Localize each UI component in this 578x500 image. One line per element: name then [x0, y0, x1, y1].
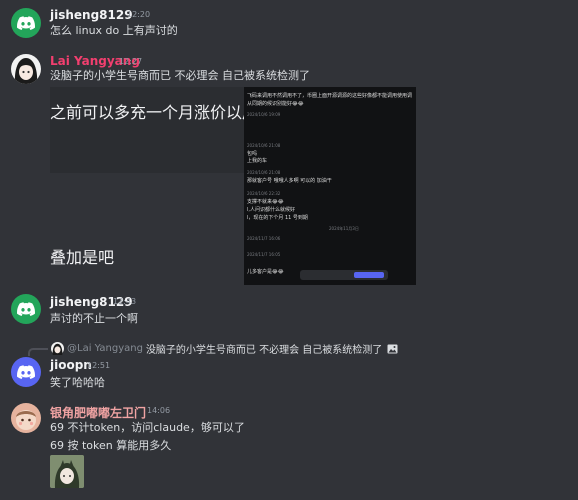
author-name[interactable]: jioopn — [50, 358, 92, 372]
screenshot-line: 2024/11/7 16:06 — [247, 236, 281, 241]
message-text: 怎么 linux do 上有声讨的 — [50, 24, 178, 37]
message-text: 声讨的不止一个啊 — [50, 312, 138, 325]
timestamp: 12:43 — [113, 297, 137, 306]
character-avatar-icon — [16, 410, 36, 430]
anime-avatar-icon — [14, 58, 38, 84]
reply-connector — [28, 348, 48, 356]
screenshot-line: 那就客户号 哦哦人多啊 可以的 加油干 — [247, 178, 332, 184]
screenshot-line: 2024/11/7 16:05 — [247, 252, 281, 257]
timestamp: 12:20 — [127, 10, 151, 19]
avatar-jisheng8129[interactable] — [11, 294, 41, 324]
message-text: 69 不计token，访问claude，够可以了 — [50, 421, 245, 434]
attached-image[interactable]: 之前可以多充一个月涨价以后ノ — [50, 87, 244, 173]
attached-chat-screenshot[interactable]: 飞码来调用不然调用不了，币圈上面开源调源的这些好像都不能调用使用调 从同期的候识… — [244, 87, 416, 285]
reply-text: 没脑子的小学生号商而已 不必理会 自己被系统检测了 — [145, 345, 383, 356]
screenshot-line: 2024/10/6 21:08 — [247, 170, 281, 175]
timestamp: 14:06 — [147, 406, 171, 415]
screenshot-line: 飞码来调用不然调用不了，币圈上面开源调源的这些好像都不能调用使用调 — [247, 93, 413, 99]
screenshot-line: 2024/10/6 21:08 — [247, 143, 281, 148]
avatar-jisheng8129[interactable] — [11, 8, 41, 38]
screenshot-line: 上我的车 — [247, 158, 268, 164]
message-text: 没脑子的小学生号商而已 不必理会 自己被系统检测了 — [50, 69, 310, 82]
author-name[interactable]: jisheng8129 — [50, 8, 133, 22]
screenshot-line: l,人问识都什么就候好 — [247, 207, 295, 213]
avatar-yinjiao[interactable] — [11, 403, 41, 433]
reply-mention[interactable]: @Lai Yangyang — [67, 343, 143, 354]
image-caption-text: 之前可以多充一个月涨价以后ノ — [50, 103, 244, 122]
image-icon — [387, 344, 398, 353]
message-text: 笑了哈哈哈 — [50, 376, 105, 389]
avatar-jioopn[interactable] — [11, 357, 41, 387]
discord-logo-icon — [17, 16, 35, 30]
timestamp: 12:51 — [87, 361, 111, 370]
screenshot-line: 2024年11月3日 — [329, 226, 359, 231]
screenshot-line: l，现在的下个月 11 号到期 — [247, 215, 308, 221]
screenshot-line: 包吗 — [247, 151, 258, 157]
discord-logo-icon — [17, 302, 35, 316]
overlay-text: 叠加是吧 — [50, 248, 115, 267]
screenshot-line: 支撑不就来😂😂 — [247, 199, 284, 205]
screenshot-line: 儿多客户是😂😂 — [247, 269, 284, 275]
screenshot-input-bar — [300, 270, 388, 280]
screenshot-line: 2024/10/6 19:09 — [247, 112, 281, 117]
avatar-lai-yangyang[interactable] — [11, 54, 41, 84]
timestamp: 12:27 — [119, 57, 143, 66]
screenshot-line: 2024/10/6 22:32 — [247, 191, 281, 196]
discord-logo-icon — [17, 365, 35, 379]
sticker-thumbnail — [50, 455, 84, 488]
message-text: 69 按 token 算能用多久 — [50, 439, 172, 452]
reply-preview[interactable]: @Lai Yangyang 没脑子的小学生号商而已 不必理会 自己被系统检测了 — [51, 341, 398, 356]
sticker-image[interactable] — [50, 455, 84, 488]
reply-avatar — [51, 342, 64, 355]
screenshot-line: 从同期的候识别能好😂😂 — [247, 101, 304, 107]
